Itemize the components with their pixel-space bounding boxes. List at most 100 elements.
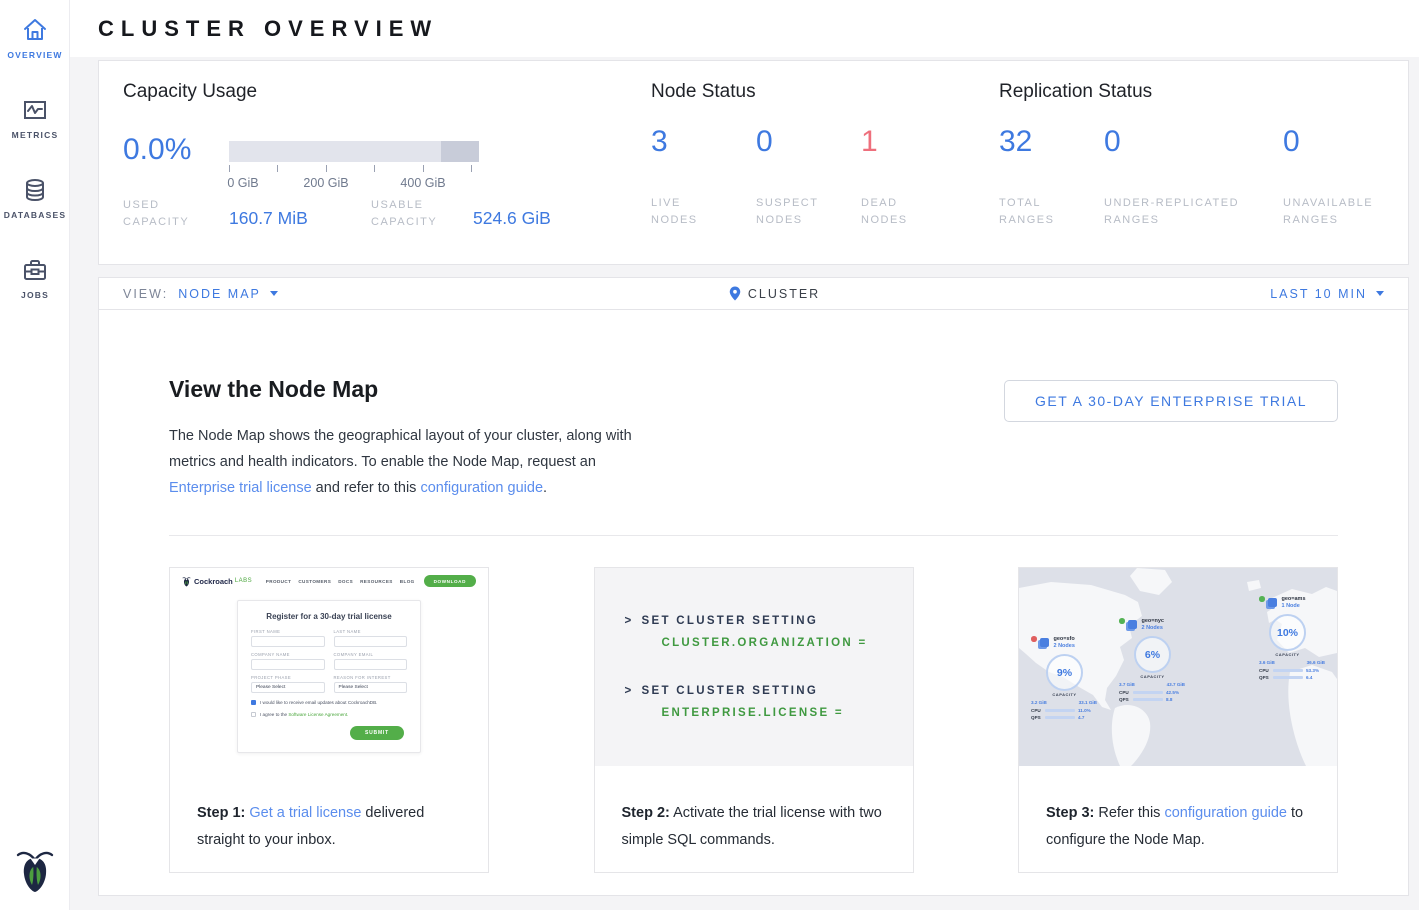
replication-status-section: Replication Status 32 TOTAL RANGES 0 UND…	[999, 61, 1408, 264]
suspect-nodes-value: 0	[756, 125, 773, 159]
minisite-nav-item: PRODUCT	[266, 579, 292, 584]
cpu-bar	[1133, 691, 1163, 694]
minisite-nav-item: RESOURCES	[360, 579, 393, 584]
cluster-summary-panel: Capacity Usage 0.0% 0 GiB 200 GiB 400 Gi…	[98, 60, 1409, 265]
minisite-registration-form: Register for a 30-day trial license FIRS…	[237, 600, 421, 753]
minisite-form-fields: FIRST NAME LAST NAME COMPANY NAME COMPAN…	[251, 629, 407, 693]
description-text: and refer to this	[312, 480, 421, 496]
dead-nodes-stat: 1 DEAD NODES	[861, 61, 966, 264]
sql-argument-line: CLUSTER.ORGANIZATION =	[662, 637, 913, 649]
briefcase-icon	[21, 256, 49, 284]
location-pin-icon	[728, 285, 742, 302]
license-agreement-checkbox-row: I agree to the Software License Agreemen…	[251, 712, 407, 717]
step3-caption: Step 3: Refer this configuration guide t…	[1019, 766, 1337, 853]
main-content: CLUSTER OVERVIEW Capacity Usage 0.0% 0 G…	[70, 0, 1419, 896]
node-cube-icon	[1268, 598, 1277, 607]
under-replicated-ranges-label: UNDER-REPLICATED RANGES	[1104, 195, 1269, 229]
enterprise-trial-button[interactable]: GET A 30-DAY ENTERPRISE TRIAL	[1004, 380, 1338, 422]
sidebar-item-label: DATABASES	[0, 210, 70, 220]
qps-bar	[1045, 716, 1075, 719]
axis-label: 400 GiB	[400, 176, 445, 190]
step2-card: >SET CLUSTER SETTING CLUSTER.ORGANIZATIO…	[594, 567, 914, 873]
node-cube-icon	[1128, 620, 1137, 629]
cockroach-labs-logo	[15, 847, 55, 898]
breadcrumb-cluster[interactable]: CLUSTER	[278, 285, 1270, 302]
live-nodes-value: 3	[651, 125, 668, 159]
total-ranges-value: 32	[999, 125, 1032, 159]
node-locality: geo=nyc	[1142, 618, 1164, 624]
live-nodes-stat: 3 LIVE NODES	[651, 61, 756, 264]
page-title: CLUSTER OVERVIEW	[98, 16, 438, 41]
node-map-panel: View the Node Map The Node Map shows the…	[98, 310, 1409, 896]
time-range-dropdown[interactable]: LAST 10 MIN	[1270, 287, 1384, 301]
capacity-gauge: 6%	[1134, 636, 1171, 673]
capacity-bar-nonusable-segment	[441, 141, 479, 162]
map-node-nyc: geo=nyc 2 Nodes 6% CAPACITY 3.7 GiB43.7 …	[1119, 618, 1219, 702]
step3-label: Step 3:	[1046, 805, 1094, 821]
capacity-bar-track	[229, 141, 479, 162]
unavailable-ranges-label: UNAVAILABLE RANGES	[1283, 195, 1393, 229]
map-node-ams: geo=ams 1 Node 10% CAPACITY 3.6 GiB36.6 …	[1259, 596, 1335, 680]
configuration-guide-link[interactable]: configuration guide	[1164, 805, 1287, 821]
capacity-percent: 0.0%	[123, 133, 191, 167]
node-locality: geo=sfo	[1054, 636, 1075, 642]
step1-screenshot: Cockroach LABS PRODUCT CUSTOMERS DOCS RE…	[170, 568, 488, 766]
sql-argument-line: ENTERPRISE.LICENSE =	[662, 707, 913, 719]
step2-caption: Step 2: Activate the trial license with …	[595, 766, 913, 853]
time-range-value: LAST 10 MIN	[1270, 287, 1367, 301]
unavailable-ranges-value: 0	[1283, 125, 1300, 159]
minisite-logo-suffix: LABS	[235, 578, 252, 584]
capacity-usage-section: Capacity Usage 0.0% 0 GiB 200 GiB 400 Gi…	[99, 61, 651, 264]
minisite-nav-item: DOCS	[338, 579, 353, 584]
minisite-download-button: DOWNLOAD	[424, 575, 476, 587]
enterprise-trial-license-link[interactable]: Enterprise trial license	[169, 480, 312, 496]
field-label: REASON FOR INTEREST	[334, 675, 408, 680]
scope-label: CLUSTER	[748, 287, 820, 301]
node-used-capacity: 3.6 GiB	[1259, 660, 1275, 665]
checkbox-icon	[251, 712, 256, 717]
field-select: Please Select	[334, 682, 408, 693]
capacity-axis-labels: 0 GiB 200 GiB 400 GiB	[229, 176, 479, 192]
dead-nodes-value: 1	[861, 125, 878, 159]
sidebar-item-label: JOBS	[0, 290, 70, 300]
node-count: 1 Node	[1282, 603, 1306, 609]
node-status-section: Node Status 3 LIVE NODES 0 SUSPECT NODES…	[651, 61, 999, 264]
view-value: NODE MAP	[178, 287, 261, 301]
qps-bar	[1273, 676, 1303, 679]
node-map-description: The Node Map shows the geographical layo…	[169, 423, 637, 501]
chevron-down-icon	[1376, 291, 1384, 296]
node-cube-icon	[1040, 638, 1049, 647]
under-replicated-ranges-stat: 0 UNDER-REPLICATED RANGES	[1104, 61, 1282, 264]
field-input	[334, 636, 408, 647]
sidebar-item-overview[interactable]: OVERVIEW	[0, 0, 70, 80]
field-input	[334, 659, 408, 670]
minisite-nav: PRODUCT CUSTOMERS DOCS RESOURCES BLOG	[266, 579, 415, 584]
unavailable-ranges-stat: 0 UNAVAILABLE RANGES	[1283, 61, 1413, 264]
sidebar-item-metrics[interactable]: METRICS	[0, 80, 70, 160]
divider	[169, 535, 1338, 536]
step1-label: Step 1:	[197, 805, 245, 821]
live-nodes-label: LIVE NODES	[651, 195, 731, 229]
view-selector-dropdown[interactable]: VIEW: NODE MAP	[123, 287, 278, 301]
field-label: COMPANY EMAIL	[334, 652, 408, 657]
steps-row: Cockroach LABS PRODUCT CUSTOMERS DOCS RE…	[169, 567, 1338, 873]
configuration-guide-link[interactable]: configuration guide	[420, 480, 543, 496]
minisite-logo-text: Cockroach	[194, 577, 233, 586]
under-replicated-ranges-value: 0	[1104, 125, 1121, 159]
cockroach-icon	[15, 847, 55, 893]
field-label: PROJECT PHASE	[251, 675, 325, 680]
get-trial-license-link[interactable]: Get a trial license	[249, 805, 361, 821]
minisite-logo: Cockroach LABS	[182, 576, 252, 587]
field-input	[251, 636, 325, 647]
sidebar-item-databases[interactable]: DATABASES	[0, 160, 70, 240]
dead-nodes-label: DEAD NODES	[861, 195, 941, 229]
field-label: FIRST NAME	[251, 629, 325, 634]
axis-label: 200 GiB	[303, 176, 348, 190]
capacity-bar: 0 GiB 200 GiB 400 GiB	[229, 141, 479, 192]
step2-label: Step 2:	[622, 805, 670, 821]
sidebar-item-jobs[interactable]: JOBS	[0, 240, 70, 320]
field-select: Please Select	[251, 682, 325, 693]
sql-command-line: >SET CLUSTER SETTING	[625, 615, 913, 627]
node-count: 2 Nodes	[1054, 643, 1075, 649]
node-status-dot	[1259, 596, 1265, 602]
